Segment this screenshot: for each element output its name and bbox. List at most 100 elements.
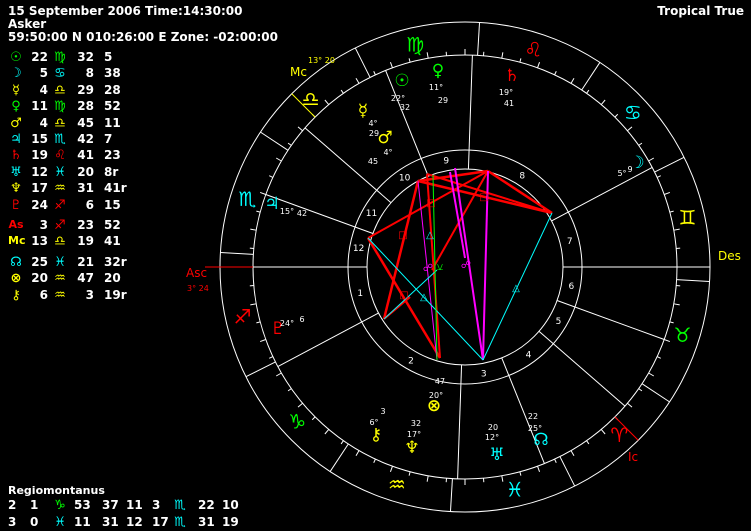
- degree-tick: [669, 210, 674, 213]
- house-cusp-line: [457, 364, 463, 479]
- degree-tick: [355, 77, 360, 84]
- house-number: 4: [526, 350, 532, 360]
- chiron-icon: ⚷: [370, 425, 382, 445]
- ascendant-label: Asc: [186, 266, 207, 280]
- midheaven-position: 13° 20: [308, 56, 335, 65]
- aspect-glyph: □: [399, 290, 408, 301]
- degree-tick: [340, 440, 344, 445]
- house-cusp-line: [551, 167, 653, 222]
- degree-tick: [664, 191, 671, 195]
- degree-tick: [554, 458, 557, 463]
- house-number: 7: [567, 237, 573, 247]
- aries-icon: ♈: [610, 423, 628, 447]
- degree-tick: [297, 402, 303, 408]
- planet-degree: 22°: [391, 94, 405, 103]
- planet-minute: 20: [488, 423, 498, 432]
- planet-minute: 22: [528, 412, 538, 421]
- mercury-icon: ☿: [358, 101, 368, 121]
- degree-tick: [656, 175, 661, 178]
- house-number: 1: [357, 289, 363, 299]
- degree-tick: [311, 416, 316, 421]
- planet-minute: 32: [411, 419, 421, 428]
- planet-degree: 11°: [429, 83, 443, 92]
- degree-tick: [269, 356, 274, 359]
- house-number: 5: [556, 317, 562, 327]
- sign-boundary: [245, 361, 276, 378]
- degree-tick: [250, 228, 257, 231]
- house-number: 12: [353, 244, 364, 254]
- aspect-glyph: △: [426, 230, 434, 241]
- degree-tick: [648, 372, 655, 377]
- taurus-icon: ♉: [674, 323, 692, 347]
- degree-tick: [627, 402, 633, 408]
- degree-tick: [570, 450, 575, 457]
- degree-tick: [638, 142, 643, 146]
- sign-boundary: [220, 251, 254, 255]
- planet-minute: 32: [400, 103, 410, 112]
- degree-tick: [586, 440, 590, 445]
- planet-minute: 47: [435, 377, 445, 386]
- sign-boundary: [654, 156, 685, 173]
- aspect-glyph: ☍: [423, 263, 433, 274]
- degree-tick: [501, 475, 504, 482]
- house-cusp-line: [538, 330, 626, 407]
- aspect-glyph: △: [512, 283, 520, 294]
- mars-icon: ♂: [377, 128, 392, 148]
- degree-tick: [324, 99, 330, 105]
- degree-tick: [373, 458, 376, 463]
- degree-tick: [340, 89, 344, 94]
- degree-tick: [287, 388, 292, 392]
- scorpio-icon: ♏: [238, 187, 256, 211]
- degree-tick: [600, 429, 606, 435]
- degree-tick: [373, 71, 376, 76]
- planet-minute: 6: [299, 315, 304, 324]
- aspect-glyph: □: [479, 192, 488, 203]
- chart-wheel: ♍ ♌♋♊♉♈♓♒♑♐♏♎123456789101112Asc3° 24Mc13°…: [186, 21, 741, 513]
- saturn-icon: ♄: [504, 66, 519, 86]
- aquarius-icon: ♒: [388, 473, 406, 497]
- house-number: 8: [519, 171, 525, 181]
- degree-tick: [586, 89, 590, 94]
- sign-boundary: [581, 62, 601, 91]
- degree-tick: [389, 61, 393, 68]
- planet-minute: 29: [438, 96, 448, 105]
- house-cusp-line: [556, 300, 665, 340]
- planet-minute: 42: [297, 209, 307, 218]
- degree-tick: [275, 372, 282, 377]
- sign-boundary: [477, 22, 481, 56]
- planet-degree: 4°: [368, 119, 377, 128]
- planet-degree: 12°: [485, 433, 499, 442]
- planet-degree: 15°: [280, 207, 294, 216]
- degree-tick: [638, 388, 643, 392]
- jupiter-icon: ♃: [264, 194, 279, 214]
- planet-degree: 20°: [429, 391, 443, 400]
- libra-icon: ♎: [302, 87, 320, 111]
- aspect-glyph: □: [398, 230, 407, 241]
- degree-tick: [297, 126, 303, 132]
- planet-degree: 25°: [528, 424, 542, 433]
- degree-tick: [673, 228, 680, 231]
- north-node-icon: ☊: [533, 430, 548, 450]
- degree-tick: [537, 61, 541, 68]
- degree-tick: [648, 157, 655, 162]
- sagittarius-icon: ♐: [234, 305, 252, 329]
- planet-minute: 9: [627, 165, 632, 174]
- degree-tick: [519, 58, 522, 63]
- capricorn-icon: ♑: [288, 409, 306, 433]
- house-number: 6: [568, 282, 574, 292]
- aspect-glyph: ⚺: [437, 262, 444, 273]
- degree-tick: [664, 339, 671, 343]
- degree-tick: [600, 99, 606, 105]
- house-number: 11: [366, 209, 377, 219]
- degree-tick: [269, 175, 274, 178]
- house-number: 3: [481, 369, 487, 379]
- ic-label: Ic: [628, 450, 638, 464]
- planet-degree: 5°: [617, 169, 626, 178]
- degree-tick: [324, 429, 330, 435]
- degree-tick: [426, 475, 429, 482]
- planet-degree: 24°: [280, 319, 294, 328]
- planet-degree: 6°: [369, 418, 378, 427]
- degree-tick: [519, 471, 522, 476]
- house-number: 2: [408, 357, 414, 367]
- degree-tick: [426, 52, 429, 59]
